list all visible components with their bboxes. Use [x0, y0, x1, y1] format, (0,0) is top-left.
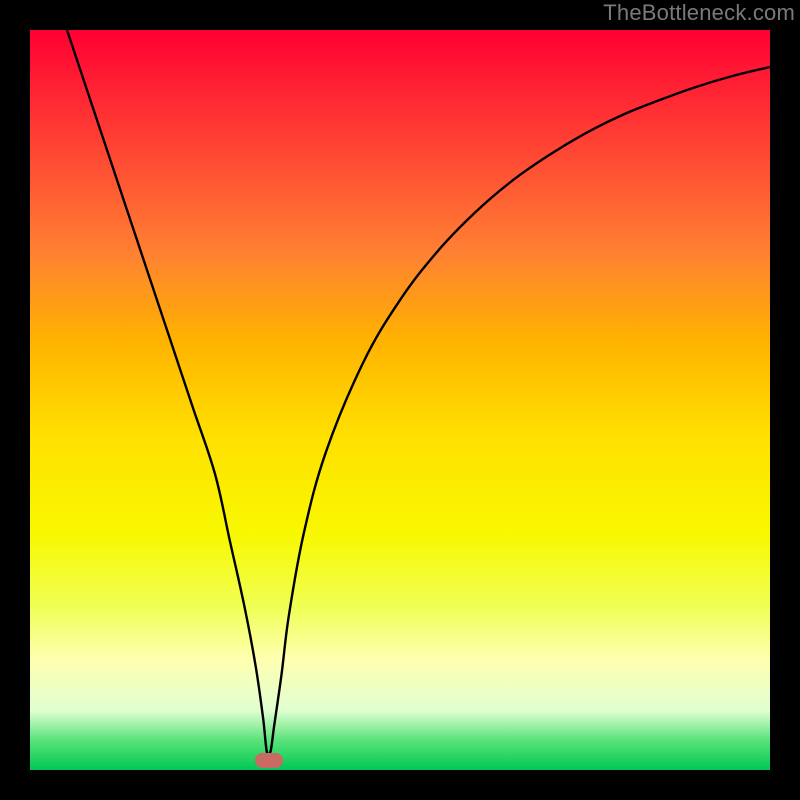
chart-frame: TheBottleneck.com: [0, 0, 800, 800]
optimal-marker: [255, 753, 283, 768]
watermark-text: TheBottleneck.com: [603, 0, 795, 26]
bottleneck-curve: [60, 8, 770, 756]
curve-svg: [30, 30, 770, 770]
plot-area: [30, 30, 770, 770]
